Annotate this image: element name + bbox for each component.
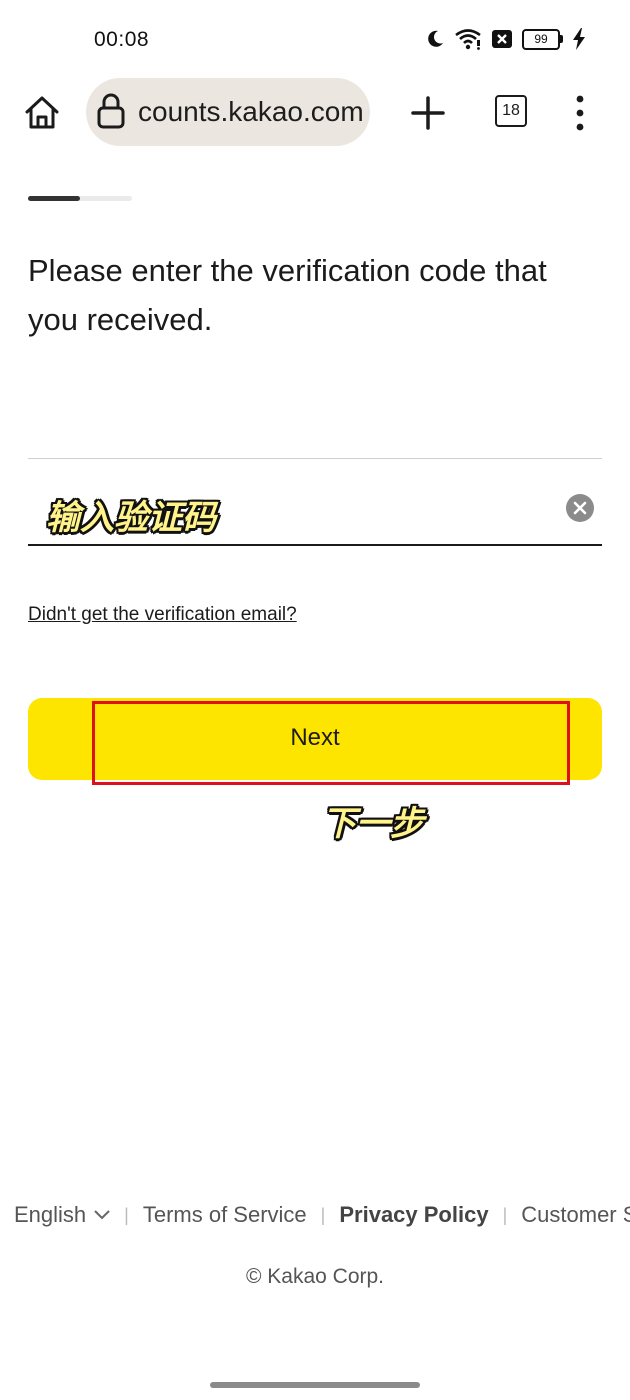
status-icons: 99: [425, 28, 586, 50]
page-title: Please enter the verification code that …: [28, 253, 547, 337]
charging-bolt-icon: [573, 28, 585, 50]
annotation-next-step: 下一步: [322, 804, 424, 844]
battery-icon: 99: [522, 28, 563, 50]
separator: |: [124, 1204, 129, 1225]
tabs-icon[interactable]: 18: [495, 95, 527, 127]
battery-level: 99: [522, 28, 560, 50]
progress-bar: [28, 196, 132, 201]
address-bar[interactable]: counts.kakao.com: [86, 78, 370, 146]
moon-icon: [428, 30, 443, 47]
browser-toolbar: counts.kakao.com 18: [0, 78, 630, 148]
verification-code-field[interactable]: 输入验证码: [28, 474, 602, 546]
progress-fill: [28, 196, 80, 201]
divider: [28, 458, 602, 459]
more-vert-icon[interactable]: [568, 93, 592, 133]
close-icon: [573, 501, 587, 515]
language-selector[interactable]: English: [14, 1202, 110, 1228]
status-bar: 00:08 99: [0, 0, 630, 78]
chevron-down-icon: [94, 1210, 110, 1220]
language-label: English: [14, 1202, 87, 1227]
terms-of-service-link[interactable]: Terms of Service: [143, 1202, 307, 1228]
plus-icon[interactable]: [408, 93, 448, 133]
annotation-enter-code: 输入验证码: [46, 498, 216, 538]
next-button[interactable]: Next: [28, 698, 602, 780]
home-indicator[interactable]: [210, 1382, 420, 1388]
lock-icon[interactable]: [96, 92, 126, 130]
footer-links: English | Terms of Service | Privacy Pol…: [14, 1202, 630, 1228]
url-text[interactable]: counts.kakao.com: [138, 96, 364, 128]
home-icon[interactable]: [22, 93, 62, 133]
copyright: © Kakao Corp.: [245, 1265, 385, 1288]
notification-x-icon: [492, 30, 512, 48]
next-button-label: Next: [290, 724, 340, 751]
separator: |: [502, 1204, 508, 1225]
clear-input-button[interactable]: [566, 494, 594, 522]
status-time: 00:08: [94, 28, 150, 51]
wifi-icon: [455, 29, 481, 50]
customer-service-link[interactable]: Customer Se: [521, 1202, 630, 1228]
privacy-policy-link[interactable]: Privacy Policy: [339, 1202, 488, 1228]
resend-email-link[interactable]: Didn't get the verification email?: [28, 604, 297, 626]
separator: |: [320, 1204, 326, 1225]
